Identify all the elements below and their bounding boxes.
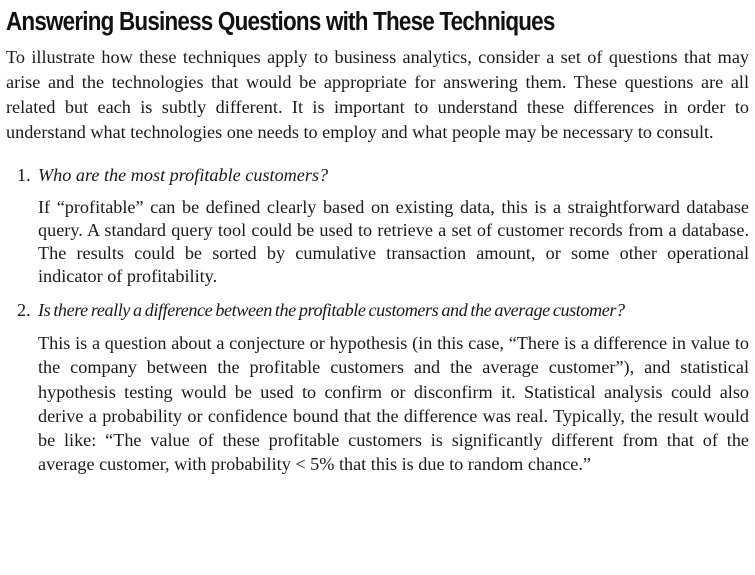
document-page: Answering Business Questions with These …: [0, 0, 755, 575]
intro-paragraph: To illustrate how these techniques apply…: [6, 47, 749, 142]
list-item: 1. Who are the most profitable customers…: [6, 163, 749, 288]
item-answer: If “profitable” can be defined clearly b…: [38, 197, 749, 286]
question-list: 1. Who are the most profitable customers…: [6, 163, 749, 477]
section-title: Answering Business Questions with These …: [6, 8, 555, 36]
item-number: 1.: [17, 165, 31, 185]
item-answer: This is a question about a conjecture or…: [38, 333, 749, 475]
item-number: 2.: [17, 300, 31, 320]
list-item: 2. Is there really a difference between …: [6, 298, 749, 477]
item-question: Is there really a difference between the…: [38, 300, 625, 320]
item-question: Who are the most profitable customers?: [38, 165, 329, 185]
